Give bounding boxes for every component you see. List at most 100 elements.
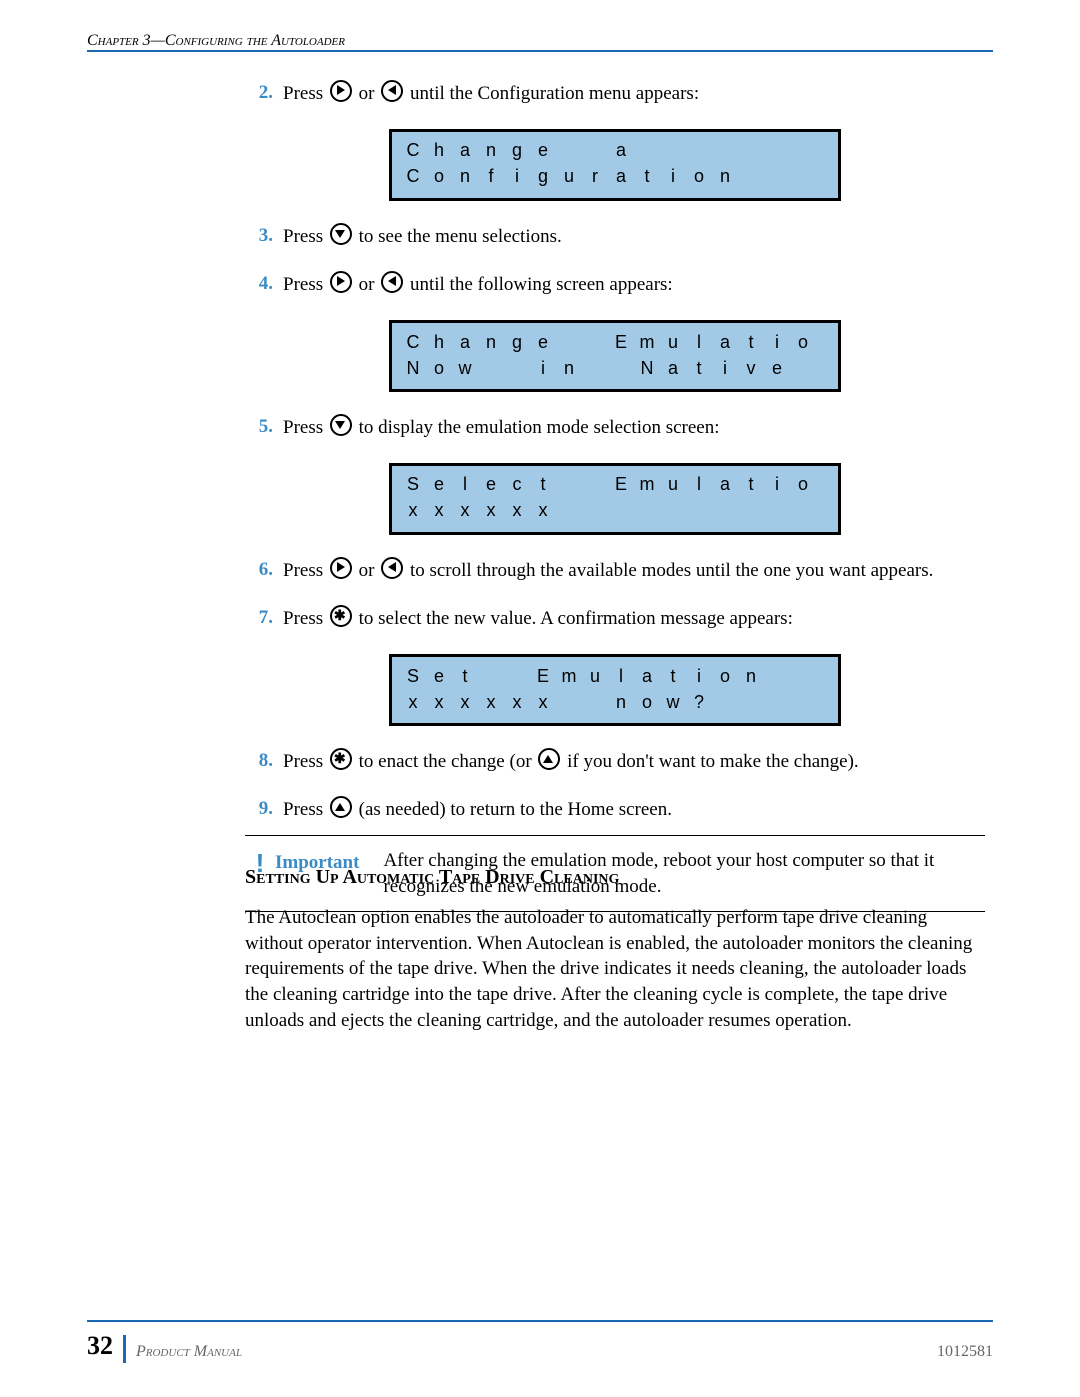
enter-icon bbox=[330, 605, 352, 627]
lcd-cell: e bbox=[764, 356, 790, 380]
lcd-cell bbox=[738, 690, 764, 714]
lcd-cell: N bbox=[400, 356, 426, 380]
footer-right-text: 1012581 bbox=[937, 1341, 993, 1363]
lcd-cell bbox=[790, 138, 816, 162]
lcd-cell bbox=[790, 498, 816, 522]
step-text: Press or until the following screen appe… bbox=[283, 271, 985, 298]
lcd-cell: E bbox=[608, 330, 634, 354]
step-text: Press or to scroll through the available… bbox=[283, 557, 985, 584]
lcd-cell: l bbox=[686, 472, 712, 496]
lcd-cell: e bbox=[426, 664, 452, 688]
lcd-cell: o bbox=[790, 472, 816, 496]
text: to see the menu selections. bbox=[359, 226, 562, 247]
left-arrow-icon bbox=[381, 271, 403, 293]
lcd-cell: x bbox=[452, 498, 478, 522]
lcd-row: Change Emulatio bbox=[400, 329, 830, 355]
step-6: 6. Press or to scroll through the availa… bbox=[245, 557, 985, 584]
lcd-cell: x bbox=[530, 690, 556, 714]
lcd-cell: i bbox=[504, 164, 530, 188]
lcd-cell: a bbox=[608, 138, 634, 162]
lcd-cell bbox=[582, 330, 608, 354]
lcd-cell bbox=[504, 664, 530, 688]
lcd-cell: o bbox=[426, 164, 452, 188]
page-number: 32 bbox=[87, 1328, 113, 1363]
text: Press bbox=[283, 226, 328, 247]
lcd-cell: o bbox=[426, 356, 452, 380]
lcd-cell bbox=[556, 330, 582, 354]
text: or bbox=[359, 560, 380, 581]
section-block: Setting Up Automatic Tape Drive Cleaning… bbox=[245, 854, 985, 1033]
step-number: 3. bbox=[245, 223, 273, 250]
lcd-cell: g bbox=[504, 138, 530, 162]
lcd-cell bbox=[660, 138, 686, 162]
step-number: 2. bbox=[245, 80, 273, 107]
text: Press bbox=[283, 799, 328, 820]
text: or bbox=[359, 83, 380, 104]
lcd-cell: E bbox=[608, 472, 634, 496]
lcd-cell bbox=[556, 472, 582, 496]
lcd-cell: x bbox=[504, 498, 530, 522]
lcd-cell bbox=[634, 138, 660, 162]
lcd-cell: u bbox=[660, 330, 686, 354]
lcd-cell: i bbox=[660, 164, 686, 188]
lcd-cell: h bbox=[426, 330, 452, 354]
right-arrow-icon bbox=[330, 80, 352, 102]
lcd-cell bbox=[686, 498, 712, 522]
step-number: 6. bbox=[245, 557, 273, 584]
lcd-cell bbox=[738, 164, 764, 188]
lcd-cell: l bbox=[608, 664, 634, 688]
down-arrow-icon bbox=[330, 223, 352, 245]
lcd-cell bbox=[582, 138, 608, 162]
lcd-cell: x bbox=[426, 690, 452, 714]
text: or bbox=[359, 274, 380, 295]
lcd-cell: i bbox=[764, 330, 790, 354]
text: until the following screen appears: bbox=[410, 274, 673, 295]
lcd-row: Now in Native bbox=[400, 355, 830, 381]
lcd-cell: g bbox=[504, 330, 530, 354]
lcd-cell: E bbox=[530, 664, 556, 688]
step-number: 8. bbox=[245, 748, 273, 775]
lcd-cell: u bbox=[582, 664, 608, 688]
footer-divider bbox=[123, 1335, 126, 1363]
lcd-screen-3: Select Emulatio xxxxxx bbox=[389, 463, 841, 535]
lcd-cell: u bbox=[660, 472, 686, 496]
lcd-cell: e bbox=[426, 472, 452, 496]
step-number: 5. bbox=[245, 414, 273, 441]
lcd-cell: m bbox=[556, 664, 582, 688]
lcd-cell: f bbox=[478, 164, 504, 188]
lcd-screen-1: Change a Configuration bbox=[389, 129, 841, 201]
lcd-cell bbox=[686, 138, 712, 162]
lcd-cell bbox=[582, 356, 608, 380]
lcd-cell bbox=[582, 690, 608, 714]
text: Press bbox=[283, 83, 328, 104]
text: if you don't want to make the change). bbox=[567, 751, 859, 772]
section-para: The Autoclean option enables the autoloa… bbox=[245, 905, 985, 1033]
lcd-cell: g bbox=[530, 164, 556, 188]
left-arrow-icon bbox=[381, 80, 403, 102]
lcd-cell: n bbox=[712, 164, 738, 188]
lcd-cell: i bbox=[530, 356, 556, 380]
lcd-cell: v bbox=[738, 356, 764, 380]
lcd-cell: N bbox=[634, 356, 660, 380]
right-arrow-icon bbox=[330, 557, 352, 579]
lcd-cell: m bbox=[634, 472, 660, 496]
footer-left-text: Product Manual bbox=[136, 1341, 242, 1363]
lcd-cell: u bbox=[556, 164, 582, 188]
lcd-cell: n bbox=[556, 356, 582, 380]
step-text: Press to enact the change (or if you don… bbox=[283, 748, 985, 775]
lcd-cell: w bbox=[660, 690, 686, 714]
lcd-row: xxxxxx bbox=[400, 498, 830, 524]
down-arrow-icon bbox=[330, 414, 352, 436]
text: to select the new value. A confirmation … bbox=[359, 608, 793, 629]
text: until the Configuration menu appears: bbox=[410, 83, 699, 104]
lcd-cell: t bbox=[634, 164, 660, 188]
text: Press bbox=[283, 274, 328, 295]
lcd-cell: t bbox=[738, 472, 764, 496]
lcd-cell: m bbox=[634, 330, 660, 354]
lcd-cell bbox=[764, 498, 790, 522]
running-header: Chapter 3—Configuring the Autoloader bbox=[87, 30, 993, 52]
lcd-screen-2: Change Emulatio Now in Native bbox=[389, 320, 841, 392]
header-rule bbox=[87, 50, 993, 52]
lcd-cell bbox=[712, 138, 738, 162]
lcd-cell: e bbox=[478, 472, 504, 496]
